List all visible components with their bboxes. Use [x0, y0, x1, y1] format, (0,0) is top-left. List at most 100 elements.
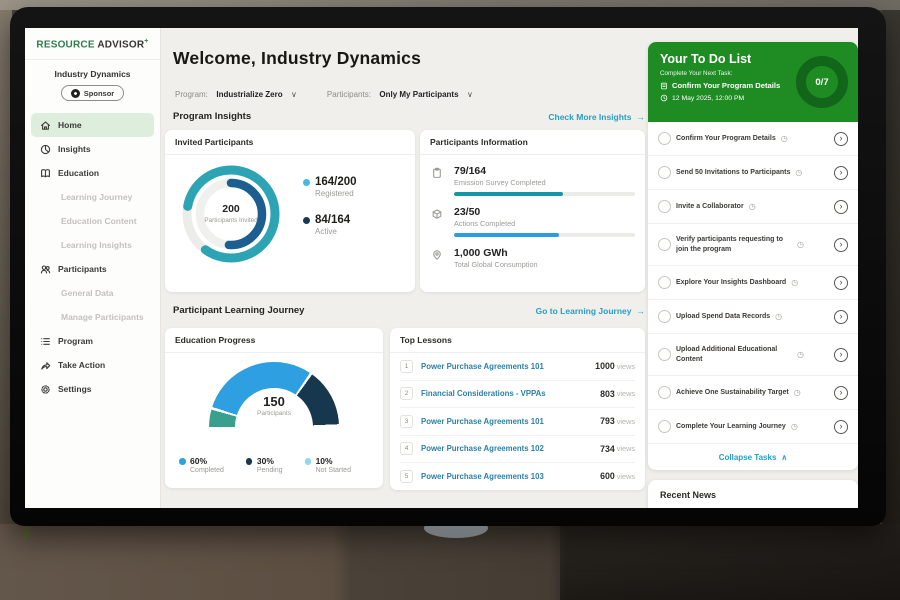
lesson-link[interactable]: Power Purchase Agreements 101: [421, 417, 544, 426]
gauge-legend: 60% Completed 30% Pending 10% Not Starte…: [179, 456, 375, 474]
program-filter[interactable]: Program: Industrialize Zero ∨: [175, 84, 297, 102]
task-chevron-button[interactable]: ›: [834, 200, 848, 214]
not-started-dot-icon: [305, 458, 312, 465]
lesson-row: 2 Financial Considerations - VPPAs 803vi…: [400, 381, 635, 409]
dashboard-screen: RESOURCE ADVISOR+ Industry Dynamics Spon…: [25, 28, 858, 508]
task-row[interactable]: Explore Your Insights Dashboard ◷ ›: [648, 266, 858, 300]
task-checkbox[interactable]: [658, 420, 671, 433]
chevron-down-icon: ∨: [291, 90, 297, 99]
sidebar-item-program[interactable]: Program: [25, 329, 160, 353]
task-checkbox[interactable]: [658, 386, 671, 399]
sidebar-item-participants[interactable]: Participants: [25, 257, 160, 281]
gauge-center-label: 150 Participants: [209, 394, 339, 417]
lesson-row: 5 Power Purchase Agreements 103 600views: [400, 463, 635, 490]
clock-icon: ◷: [749, 202, 756, 211]
sponsor-badge-label: Sponsor: [84, 89, 114, 98]
action-arrow-icon: [40, 360, 51, 371]
lesson-link[interactable]: Power Purchase Agreements 102: [421, 444, 544, 453]
rank-badge: 2: [400, 387, 413, 400]
task-chevron-button[interactable]: ›: [834, 310, 848, 324]
page-title: Welcome, Industry Dynamics: [173, 48, 421, 69]
rank-badge: 4: [400, 442, 413, 455]
org-name: Industry Dynamics: [25, 69, 160, 79]
task-row[interactable]: Achieve One Sustainability Target ◷ ›: [648, 376, 858, 410]
sidebar: RESOURCE ADVISOR+ Industry Dynamics Spon…: [25, 28, 161, 508]
task-checkbox[interactable]: [658, 276, 671, 289]
lesson-row: 1 Power Purchase Agreements 101 1000view…: [400, 353, 635, 381]
metric-global-consumption: 1,000 GWh Total Global Consumption: [420, 237, 645, 269]
participants-filter[interactable]: Participants: Only My Participants ∨: [327, 84, 473, 102]
card-title: Top Lessons: [390, 328, 645, 353]
todo-header: Your To Do List Complete Your Next Task:…: [648, 42, 858, 122]
rank-badge: 5: [400, 470, 413, 483]
monitor-bezel: RESOURCE ADVISOR+ Industry Dynamics Spon…: [10, 7, 886, 526]
cube-icon: [431, 208, 443, 220]
todo-progress-ring: 0/7: [796, 56, 848, 108]
task-row[interactable]: Invite a Collaborator ◷ ›: [648, 190, 858, 224]
task-row[interactable]: Upload Spend Data Records ◷ ›: [648, 300, 858, 334]
completed-dot-icon: [179, 458, 186, 465]
task-row[interactable]: Confirm Your Program Details ◷ ›: [648, 122, 858, 156]
collapse-tasks-link[interactable]: Collapse Tasks ∧: [648, 444, 858, 470]
sidebar-item-education[interactable]: Education: [25, 161, 160, 185]
active-dot-icon: [303, 217, 310, 224]
check-more-insights-link[interactable]: Check More Insights→: [548, 112, 645, 122]
lesson-link[interactable]: Power Purchase Agreements 103: [421, 472, 544, 481]
chevron-down-icon: ∨: [467, 90, 473, 99]
registered-dot-icon: [303, 179, 310, 186]
sidebar-item-take-action[interactable]: Take Action: [25, 353, 160, 377]
sidebar-item-settings[interactable]: Settings: [25, 377, 160, 401]
chevron-up-icon: ∧: [781, 453, 787, 462]
task-checkbox[interactable]: [658, 166, 671, 179]
task-checkbox[interactable]: [658, 132, 671, 145]
donut-legend: 164/200 Registered 84/164 Active: [303, 176, 357, 252]
clipboard-icon: [431, 167, 443, 179]
legend-pending: 30% Pending: [246, 456, 283, 474]
rank-badge: 1: [400, 360, 413, 373]
task-row[interactable]: Send 50 Invitations to Participants ◷ ›: [648, 156, 858, 190]
sidebar-item-insights[interactable]: Insights: [25, 137, 160, 161]
clock-icon: ◷: [797, 240, 804, 249]
task-row[interactable]: Verify participants requesting to join t…: [648, 224, 858, 266]
task-chevron-button[interactable]: ›: [834, 420, 848, 434]
sidebar-item-general-data[interactable]: General Data: [25, 281, 160, 305]
pending-dot-icon: [246, 458, 253, 465]
task-chevron-button[interactable]: ›: [834, 276, 848, 290]
task-checkbox[interactable]: [658, 310, 671, 323]
task-chevron-button[interactable]: ›: [834, 238, 848, 252]
sidebar-item-manage-participants[interactable]: Manage Participants: [25, 305, 160, 329]
gear-icon: [40, 384, 51, 395]
task-checkbox[interactable]: [658, 238, 671, 251]
top-lessons-card: Top Lessons 1 Power Purchase Agreements …: [390, 328, 645, 490]
arrow-right-icon: →: [637, 112, 646, 122]
task-chevron-button[interactable]: ›: [834, 166, 848, 180]
sidebar-item-learning-insights[interactable]: Learning Insights: [25, 233, 160, 257]
legend-registered: 164/200 Registered: [303, 176, 357, 198]
donut-center-label: 200 Participants Invited: [179, 162, 283, 266]
filter-bar: Program: Industrialize Zero ∨ Participan…: [175, 84, 473, 102]
sidebar-nav: Home Insights Education Learning Journey…: [25, 113, 160, 401]
sidebar-item-learning-journey[interactable]: Learning Journey: [25, 185, 160, 209]
lesson-link[interactable]: Power Purchase Agreements 101: [421, 362, 544, 371]
clock-icon: ◷: [791, 422, 798, 431]
recent-news-card: Recent News: [648, 480, 858, 508]
program-insights-heading: Program Insights: [173, 111, 251, 122]
invited-participants-card: Invited Participants 200 Participants In…: [165, 130, 415, 292]
lesson-link[interactable]: Financial Considerations - VPPAs: [421, 389, 546, 398]
card-title: Participants Information: [420, 130, 645, 155]
lesson-row: 3 Power Purchase Agreements 101 793views: [400, 408, 635, 436]
task-row[interactable]: Upload Additional Educational Content ◷ …: [648, 334, 858, 376]
participants-information-card: Participants Information 79/164 Emission…: [420, 130, 645, 292]
people-icon: [40, 264, 51, 275]
sidebar-item-home[interactable]: Home: [31, 113, 154, 137]
sponsor-badge[interactable]: Sponsor: [61, 85, 124, 101]
task-row[interactable]: Complete Your Learning Journey ◷ ›: [648, 410, 858, 444]
go-to-learning-journey-link[interactable]: Go to Learning Journey→: [536, 306, 645, 316]
task-chevron-button[interactable]: ›: [834, 348, 848, 362]
task-chevron-button[interactable]: ›: [834, 386, 848, 400]
task-checkbox[interactable]: [658, 348, 671, 361]
task-chevron-button[interactable]: ›: [834, 132, 848, 146]
recent-news-title: Recent News: [648, 480, 858, 508]
sidebar-item-education-content[interactable]: Education Content: [25, 209, 160, 233]
task-checkbox[interactable]: [658, 200, 671, 213]
